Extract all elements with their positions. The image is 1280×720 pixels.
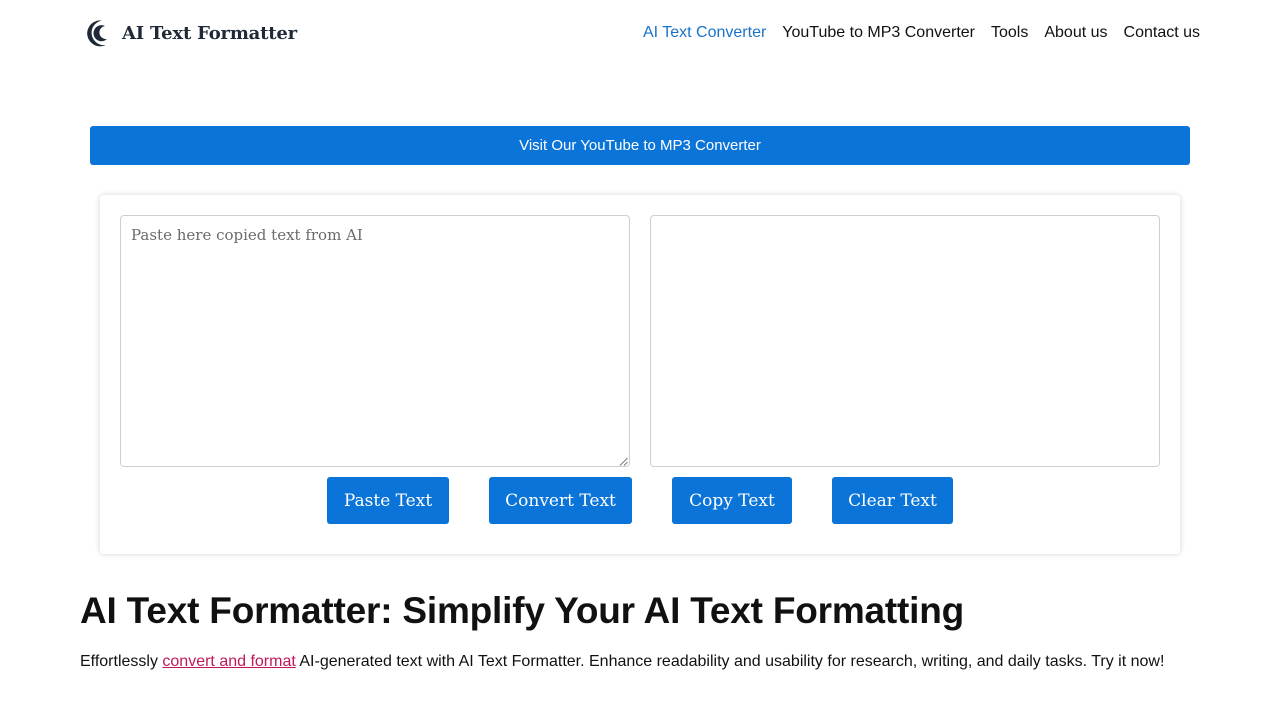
youtube-converter-promo-button[interactable]: Visit Our YouTube to MP3 Converter xyxy=(90,126,1190,165)
page-title: AI Text Formatter: Simplify Your AI Text… xyxy=(80,590,965,631)
convert-and-format-link[interactable]: convert and format xyxy=(162,653,295,670)
formatter-card: Paste Text Convert Text Copy Text Clear … xyxy=(100,195,1180,554)
clear-text-button[interactable]: Clear Text xyxy=(832,477,953,524)
nav-item-about-us[interactable]: About us xyxy=(1044,24,1107,42)
intro-text-end: AI-generated text with AI Text Formatter… xyxy=(295,653,1165,670)
nav-item-ai-text-converter[interactable]: AI Text Converter xyxy=(643,24,766,42)
crescent-moon-logo-icon xyxy=(87,20,107,47)
paste-text-button[interactable]: Paste Text xyxy=(327,477,449,524)
output-textarea[interactable] xyxy=(650,215,1160,467)
copy-text-button[interactable]: Copy Text xyxy=(672,477,792,524)
nav-item-youtube-to-mp3[interactable]: YouTube to MP3 Converter xyxy=(782,24,975,42)
brand-name: AI Text Formatter xyxy=(122,22,297,44)
nav-item-tools[interactable]: Tools xyxy=(991,24,1028,42)
site-header: AI Text Formatter AI Text Converter YouT… xyxy=(80,0,1200,66)
brand-link[interactable]: AI Text Formatter xyxy=(80,17,297,49)
input-textarea[interactable] xyxy=(120,215,630,467)
nav-item-contact-us[interactable]: Contact us xyxy=(1124,24,1200,42)
convert-text-button[interactable]: Convert Text xyxy=(489,477,632,524)
main-nav: AI Text Converter YouTube to MP3 Convert… xyxy=(643,24,1200,42)
intro-text-start: Effortlessly xyxy=(80,653,163,670)
intro-paragraph: Effortlessly convert and format AI-gener… xyxy=(80,650,1200,674)
